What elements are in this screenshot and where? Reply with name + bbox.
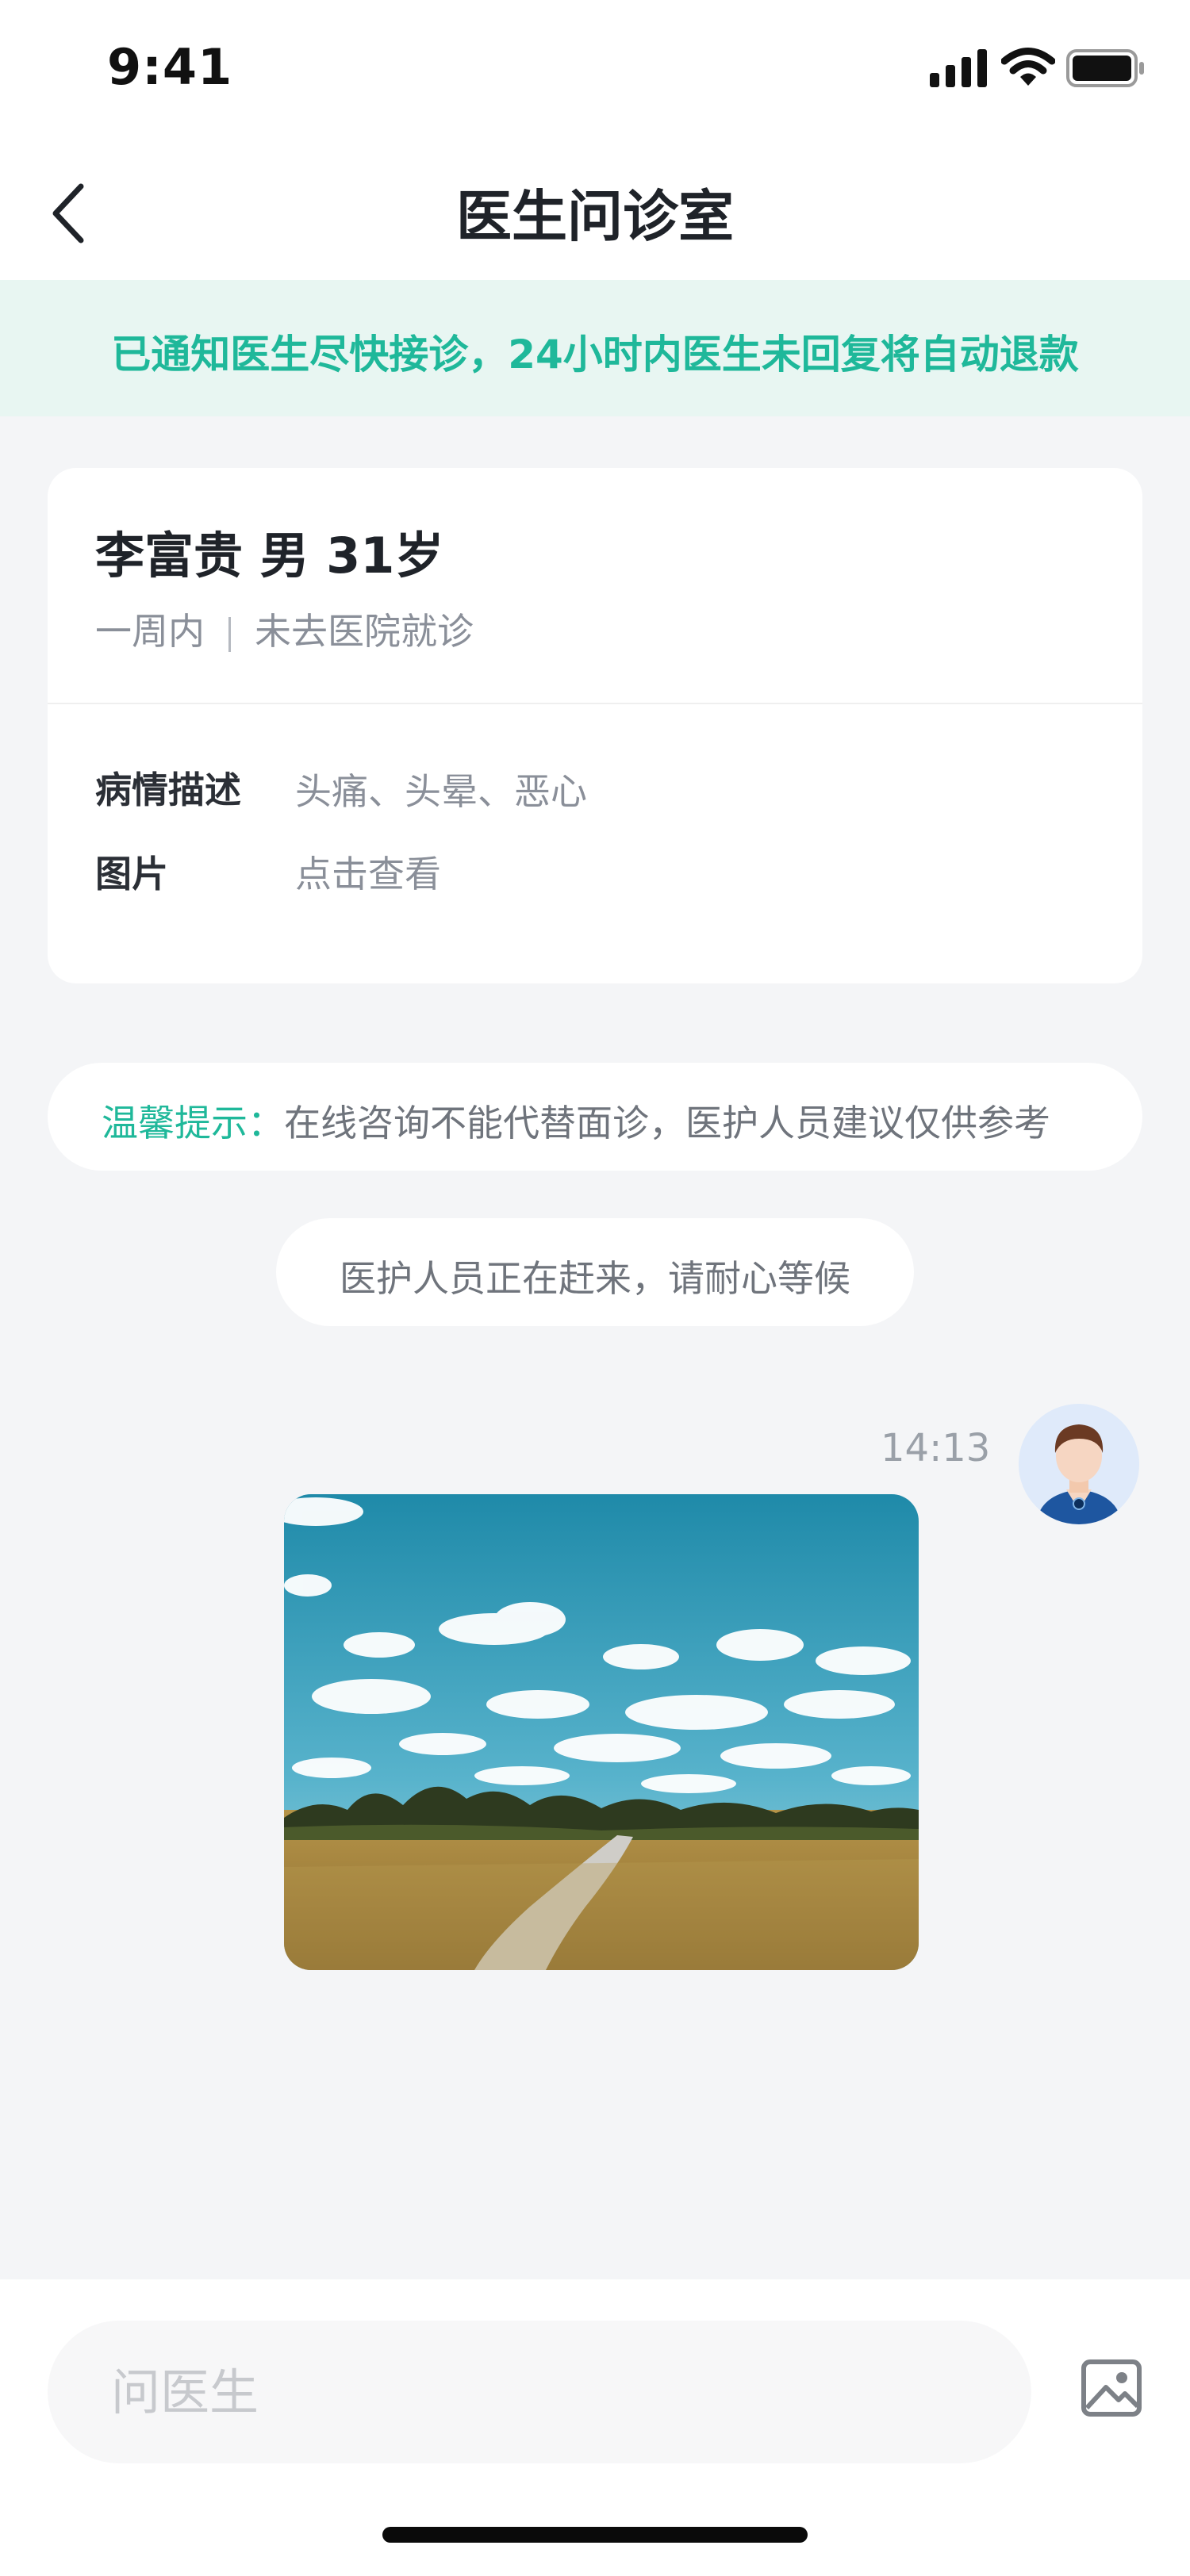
patient-info-card: 李富贵 男 31岁 一周内 未去医院就诊 病情描述 头痛、头晕、恶心 图片 点击查…	[48, 468, 1142, 983]
visit-status: 未去医院就诊	[255, 610, 474, 653]
tip-content: 温馨提示：在线咨询不能代替面诊，医护人员建议仅供参考	[102, 1094, 1050, 1147]
notice-text: 已通知医生尽快接诊，24小时内医生未回复将自动退款	[111, 332, 1079, 378]
warm-tip: 温馨提示：在线咨询不能代替面诊，医护人员建议仅供参考	[48, 1063, 1142, 1171]
ask-doctor-input[interactable]	[48, 2321, 1031, 2463]
meta-divider	[228, 616, 231, 652]
cellular-signal-icon	[930, 49, 987, 87]
battery-icon	[1066, 49, 1144, 87]
patient-meta: 一周内 未去医院就诊	[95, 603, 474, 655]
refund-notice-banner: 已通知医生尽快接诊，24小时内医生未回复将自动退款	[0, 280, 1190, 416]
status-time: 9:41	[107, 38, 233, 96]
waiting-text: 医护人员正在赶来，请耐心等候	[340, 1257, 850, 1300]
waiting-status: 医护人员正在赶来，请耐心等候	[276, 1218, 914, 1326]
card-divider	[48, 703, 1142, 704]
doctor-avatar[interactable]	[1019, 1404, 1139, 1524]
nav-bar: 医生问诊室	[0, 139, 1190, 280]
patient-name: 李富贵 男 31岁	[95, 527, 444, 585]
image-icon	[1081, 2359, 1142, 2417]
page-title: 医生问诊室	[456, 184, 734, 249]
condition-label: 病情描述	[95, 769, 241, 811]
chat-image-message[interactable]	[284, 1494, 919, 1970]
status-bar: 9:41	[0, 0, 1190, 139]
view-images-link[interactable]: 点击查看	[295, 845, 441, 898]
symptom-duration: 一周内	[95, 610, 205, 653]
send-image-button[interactable]	[1076, 2352, 1147, 2424]
tip-label: 温馨提示：	[102, 1102, 284, 1144]
landscape-photo	[284, 1494, 919, 1970]
message-time: 14:13	[881, 1426, 991, 1470]
images-label: 图片	[95, 853, 168, 895]
avatar-image	[1019, 1404, 1139, 1524]
wifi-icon	[1001, 48, 1055, 86]
home-indicator	[382, 2527, 808, 2543]
condition-value: 头痛、头晕、恶心	[295, 770, 587, 813]
tip-text: 在线咨询不能代替面诊，医护人员建议仅供参考	[284, 1102, 1050, 1144]
